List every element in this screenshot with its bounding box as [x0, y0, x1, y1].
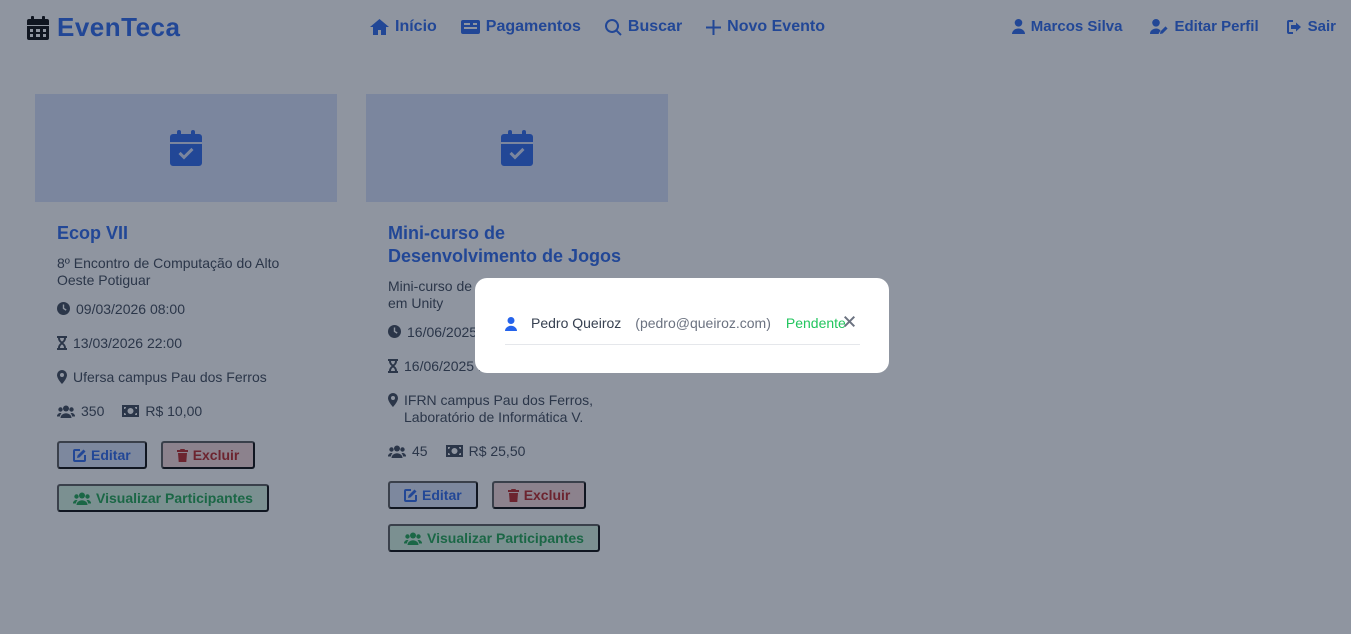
user-icon: [505, 317, 517, 331]
participant-name: Pedro Queiroz: [531, 315, 622, 331]
close-modal-button[interactable]: [844, 314, 855, 332]
participant-status: Pendente: [785, 315, 846, 331]
close-icon: [844, 316, 855, 327]
participants-modal: Pedro Queiroz (pedro@queiroz.com) Penden…: [475, 278, 889, 373]
participant-email: (pedro@queiroz.com): [635, 315, 771, 331]
participant-row: Pedro Queiroz (pedro@queiroz.com) Penden…: [505, 315, 860, 345]
